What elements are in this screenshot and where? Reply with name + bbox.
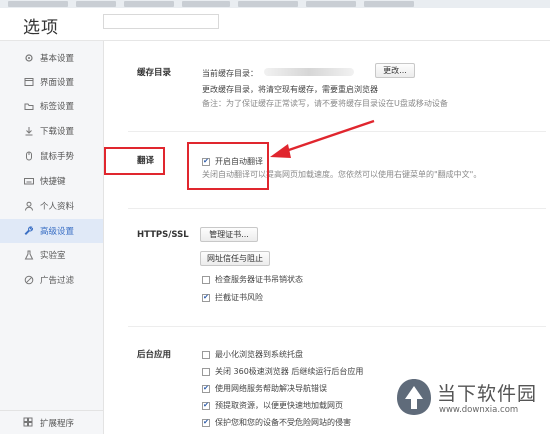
cache-note: 备注：为了保证缓存正常读写，请不要将缓存目录设在U盘或移动设备 — [202, 99, 448, 108]
site-watermark: 当下软件园 www.downxia.com — [395, 377, 545, 427]
prefetch-label: 预提取资源，以便更快速地加载网页 — [215, 401, 343, 410]
sidebar-item-basic[interactable]: 基本设置 — [0, 46, 103, 70]
sidebar-item-label: 界面设置 — [40, 78, 75, 88]
sidebar-item-profile[interactable]: 个人资料 — [0, 194, 103, 218]
sidebar-item-label: 基本设置 — [40, 54, 75, 64]
bookmark-item[interactable] — [76, 1, 116, 7]
sidebar-item-label: 高级设置 — [40, 227, 75, 237]
person-icon — [23, 201, 34, 212]
section-divider — [128, 208, 546, 209]
wrench-icon — [23, 226, 34, 237]
site-trust-block-button[interactable]: 网址信任与阻止 — [200, 251, 270, 266]
cache-section-label: 缓存目录 — [137, 68, 172, 78]
sidebar-item-label: 快捷键 — [40, 177, 66, 187]
tabs-icon — [23, 101, 34, 112]
search-input[interactable] — [103, 14, 219, 29]
sidebar-item-label: 鼠标手势 — [40, 152, 75, 162]
background-apps-section-label: 后台应用 — [137, 350, 172, 360]
check-revocation-label: 检查服务器证书吊销状态 — [215, 275, 303, 284]
safe-browsing-checkbox[interactable]: ✔ — [202, 418, 210, 427]
sidebar-item-extensions[interactable]: 扩展程序 — [0, 410, 103, 434]
section-divider — [128, 131, 546, 132]
sidebar-item-label: 下载设置 — [40, 127, 75, 137]
check-revocation-checkbox[interactable] — [202, 275, 210, 284]
watermark-url: www.downxia.com — [439, 405, 519, 415]
minimize-to-tray-checkbox[interactable] — [202, 350, 210, 359]
sidebar-item-mouse-gestures[interactable]: 鼠标手势 — [0, 144, 103, 168]
minimize-to-tray-label: 最小化浏览器到系统托盘 — [215, 350, 303, 359]
gear-icon — [23, 53, 34, 64]
mouse-icon — [23, 151, 34, 162]
sidebar-item-tabs[interactable]: 标签设置 — [0, 94, 103, 118]
sidebar-item-advanced[interactable]: 高级设置 — [0, 219, 103, 243]
sidebar-item-label: 实验室 — [40, 251, 66, 261]
sidebar-item-download[interactable]: 下载设置 — [0, 119, 103, 143]
nav-error-help-option[interactable]: ✔ 使用网络服务帮助解决导航错误 — [202, 383, 327, 394]
keep-background-apps-label: 关闭 360极速浏览器 后继续运行后台应用 — [215, 367, 364, 376]
keyboard-icon — [23, 176, 34, 187]
highlight-box-translate-option — [187, 142, 269, 190]
prefetch-checkbox[interactable]: ✔ — [202, 401, 210, 410]
download-icon — [23, 126, 34, 137]
keep-background-apps-option[interactable]: 关闭 360极速浏览器 后继续运行后台应用 — [202, 366, 363, 377]
safe-browsing-label: 保护您和您的设备不受危险网站的侵害 — [215, 418, 351, 427]
block-cert-risk-label: 拦截证书风险 — [215, 293, 263, 302]
watermark-title: 当下软件园 — [437, 383, 538, 405]
options-header: 选项 — [0, 8, 550, 41]
sidebar-item-label: 广告过滤 — [40, 276, 75, 286]
lab-icon — [23, 250, 34, 261]
prefetch-option[interactable]: ✔ 预提取资源，以便更快速地加载网页 — [202, 400, 343, 411]
minimize-to-tray-option[interactable]: 最小化浏览器到系统托盘 — [202, 349, 303, 360]
sidebar-item-interface[interactable]: 界面设置 — [0, 70, 103, 94]
bookmark-item[interactable] — [306, 1, 356, 7]
sidebar: 基本设置 界面设置 标签设置 下载设置 鼠标手势 快捷键 个人资料 高级设置 实… — [0, 41, 104, 434]
cache-change-info: 更改缓存目录，将清空现有缓存，需要重启浏览器 — [202, 85, 378, 94]
extension-icon — [23, 417, 34, 428]
check-revocation-option[interactable]: 检查服务器证书吊销状态 — [202, 274, 303, 285]
nav-error-help-checkbox[interactable]: ✔ — [202, 384, 210, 393]
cache-dir-path-redacted — [264, 68, 354, 76]
bookmark-item[interactable] — [8, 1, 68, 7]
highlight-box-translate-label — [104, 147, 165, 175]
sidebar-item-ad-filter[interactable]: 广告过滤 — [0, 268, 103, 292]
safe-browsing-option[interactable]: ✔ 保护您和您的设备不受危险网站的侵害 — [202, 417, 351, 428]
sidebar-item-shortcuts[interactable]: 快捷键 — [0, 169, 103, 193]
block-cert-risk-option[interactable]: ✔ 拦截证书风险 — [202, 292, 263, 303]
sidebar-item-label: 标签设置 — [40, 102, 75, 112]
keep-background-apps-checkbox[interactable] — [202, 367, 210, 376]
section-divider — [128, 326, 546, 327]
bookmark-item[interactable] — [124, 1, 174, 7]
window-icon — [23, 77, 34, 88]
change-cache-button[interactable]: 更改... — [375, 63, 415, 78]
bookmark-item[interactable] — [182, 1, 230, 7]
manage-certificates-button[interactable]: 管理证书... — [200, 227, 258, 242]
current-cache-dir-label: 当前缓存目录： — [202, 69, 258, 78]
sidebar-item-label: 扩展程序 — [40, 418, 75, 429]
sidebar-item-lab[interactable]: 实验室 — [0, 243, 103, 267]
settings-content: 缓存目录 当前缓存目录： 更改... 更改缓存目录，将清空现有缓存，需要重启浏览… — [104, 41, 550, 434]
block-cert-risk-checkbox[interactable]: ✔ — [202, 293, 210, 302]
nav-error-help-label: 使用网络服务帮助解决导航错误 — [215, 384, 327, 393]
https-section-label: HTTPS/SSL — [137, 230, 189, 240]
block-icon — [23, 275, 34, 286]
sidebar-item-label: 个人资料 — [40, 202, 75, 212]
watermark-logo-icon — [397, 379, 431, 415]
bookmark-item[interactable] — [238, 1, 298, 7]
page-title: 选项 — [23, 18, 59, 38]
bookmark-item[interactable] — [364, 1, 414, 7]
